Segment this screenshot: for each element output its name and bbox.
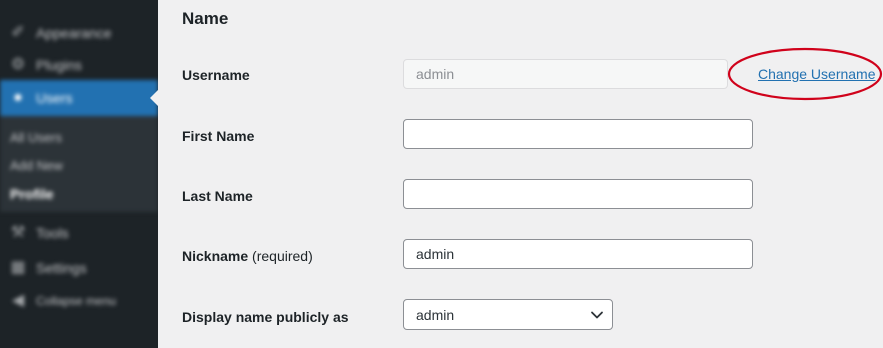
- user-icon: ●: [13, 89, 23, 106]
- username-field: [403, 59, 728, 89]
- change-username-link[interactable]: Change Username: [758, 66, 876, 82]
- settings-icon: ▦: [10, 259, 26, 276]
- menu-item-label: Settings: [36, 260, 87, 276]
- required-note: (required): [252, 248, 313, 264]
- wrench-icon: ⚒: [10, 224, 26, 241]
- section-title: Name: [182, 9, 229, 28]
- current-menu-arrow: [150, 90, 158, 106]
- paintbrush-icon: ✐: [11, 24, 25, 41]
- admin-sidebar: ✐ Appearance ⚙ Plugins ● Users All Users…: [0, 0, 158, 348]
- menu-item-label: Tools: [36, 225, 69, 241]
- menu-item-tools[interactable]: ⚒ Tools: [0, 222, 158, 244]
- last-name-label: Last Name: [182, 188, 253, 204]
- menu-item-users[interactable]: ● Users: [0, 80, 158, 116]
- menu-item-label: Users: [36, 90, 73, 106]
- submenu-item-all-users[interactable]: All Users: [10, 130, 62, 145]
- collapse-icon: ◀: [11, 292, 25, 309]
- display-name-label: Display name publicly as: [182, 309, 349, 325]
- plugin-icon: ⚙: [10, 56, 26, 73]
- username-label: Username: [182, 67, 250, 83]
- menu-item-settings[interactable]: ▦ Settings: [0, 257, 158, 279]
- nickname-field[interactable]: [403, 239, 753, 269]
- menu-item-label: Appearance: [36, 25, 112, 41]
- nickname-label-text: Nickname: [182, 248, 249, 264]
- menu-item-plugins[interactable]: ⚙ Plugins: [0, 54, 158, 76]
- display-name-select[interactable]: admin: [403, 299, 613, 330]
- submenu-item-add-new[interactable]: Add New: [10, 158, 63, 173]
- nickname-label: Nickname (required): [182, 248, 313, 264]
- menu-item-collapse[interactable]: ◀ Collapse menu: [0, 290, 158, 312]
- display-name-selected-value: admin: [416, 306, 455, 323]
- menu-item-label: Collapse menu: [36, 294, 117, 308]
- submenu-item-profile[interactable]: Profile: [10, 186, 54, 202]
- first-name-label: First Name: [182, 128, 255, 144]
- menu-item-label: Plugins: [36, 57, 82, 73]
- last-name-field[interactable]: [403, 179, 753, 209]
- menu-item-appearance[interactable]: ✐ Appearance: [0, 22, 158, 44]
- chevron-down-icon: [591, 311, 603, 319]
- first-name-field[interactable]: [403, 119, 753, 149]
- profile-form: Name Username Change Username First Name…: [158, 0, 883, 348]
